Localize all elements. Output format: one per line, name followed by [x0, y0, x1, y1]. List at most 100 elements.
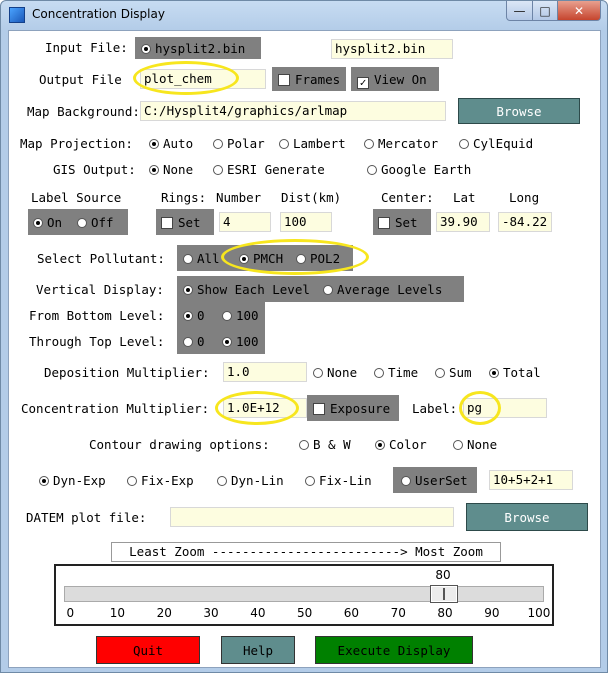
view-on-checkbox[interactable]: ✓ View On	[351, 67, 439, 91]
contour-options-label: Contour drawing options:	[89, 437, 270, 452]
label-source-off-radio[interactable]: Off	[77, 215, 114, 230]
label-source-off-label: Off	[91, 215, 114, 230]
contour-color-radio[interactable]: Color	[375, 437, 427, 452]
checkbox-box	[378, 217, 390, 229]
execute-display-button[interactable]: Execute Display	[315, 636, 473, 664]
radio-indicator	[217, 476, 227, 486]
concentration-label: Concentration Multiplier:	[21, 401, 210, 416]
radio-indicator	[364, 139, 374, 149]
projection-cylequid-radio[interactable]: CylEquid	[459, 136, 533, 151]
contour-bw-radio[interactable]: B & W	[299, 437, 351, 452]
exposure-checkbox[interactable]: Exposure	[307, 395, 399, 421]
levels-fix-exp-radio[interactable]: Fix-Exp	[127, 473, 194, 488]
concentration-field[interactable]: 1.0E+12	[223, 398, 307, 418]
zoom-tick-label: 0	[66, 606, 75, 620]
rings-label: Rings:	[161, 190, 207, 205]
bottom-level-0-radio[interactable]: 0	[183, 308, 205, 323]
deposition-time-label: Time	[388, 365, 419, 380]
radio-indicator	[435, 368, 445, 378]
projection-auto-radio[interactable]: Auto	[149, 136, 193, 151]
pollutant-all-label: All	[197, 251, 220, 266]
datem-field[interactable]	[170, 507, 454, 527]
center-set-checkbox[interactable]: Set	[373, 209, 431, 235]
help-button[interactable]: Help	[221, 636, 295, 664]
top-level-0-label: 0	[197, 334, 205, 349]
deposition-field[interactable]: 1.0	[223, 362, 307, 382]
gis-none-radio[interactable]: None	[149, 162, 193, 177]
top-level-0-radio[interactable]: 0	[183, 334, 205, 349]
rings-set-checkbox[interactable]: Set	[156, 209, 214, 235]
contour-none-label: None	[467, 437, 498, 452]
input-file-radio[interactable]: hysplit2.bin	[141, 41, 245, 56]
radio-indicator	[33, 218, 43, 228]
levels-dyn-exp-label: Dyn-Exp	[53, 473, 106, 488]
pollutant-pol2-radio[interactable]: POL2	[296, 251, 340, 266]
quit-button[interactable]: Quit	[96, 636, 200, 664]
levels-fix-lin-radio[interactable]: Fix-Lin	[305, 473, 372, 488]
projection-polar-radio[interactable]: Polar	[213, 136, 265, 151]
pollutant-radio-group: All PMCH POL2	[177, 245, 353, 271]
output-file-label: Output File	[39, 72, 122, 87]
deposition-none-radio[interactable]: None	[313, 365, 357, 380]
zoom-slider-handle[interactable]	[430, 585, 459, 603]
userset-levels-field[interactable]: 10+5+2+1	[489, 470, 573, 490]
projection-lambert-radio[interactable]: Lambert	[279, 136, 346, 151]
zoom-trough[interactable]	[64, 586, 544, 602]
rings-dist-label: Dist(km)	[281, 190, 342, 205]
checkbox-check-icon: ✓	[357, 77, 369, 89]
rings-number-field[interactable]: 4	[219, 212, 271, 232]
vertical-each-level-radio[interactable]: Show Each Level	[183, 282, 310, 297]
pollutant-all-radio[interactable]: All	[183, 251, 220, 266]
input-file-field[interactable]: hysplit2.bin	[331, 39, 453, 59]
top-level-radio-group: 0 100	[177, 328, 265, 354]
deposition-time-radio[interactable]: Time	[374, 365, 418, 380]
maximize-button[interactable]: □	[532, 1, 558, 21]
checkbox-box	[278, 74, 290, 86]
deposition-sum-label: Sum	[449, 365, 472, 380]
map-browse-button[interactable]: Browse	[458, 98, 580, 124]
frames-checkbox[interactable]: Frames	[272, 67, 346, 91]
radio-indicator	[453, 440, 463, 450]
minimize-button[interactable]: —	[506, 1, 533, 21]
deposition-label: Deposition Multiplier:	[44, 365, 210, 380]
radio-indicator	[279, 139, 289, 149]
pollutant-label: Select Pollutant:	[37, 251, 165, 266]
zoom-tick-label: 60	[343, 606, 360, 620]
zoom-value-label: 80	[435, 568, 451, 582]
center-lat-field[interactable]: 39.90	[436, 212, 490, 232]
close-button[interactable]: ✕	[557, 1, 601, 21]
levels-dyn-lin-radio[interactable]: Dyn-Lin	[217, 473, 284, 488]
bottom-level-100-radio[interactable]: 100	[222, 308, 259, 323]
gis-google-earth-label: Google Earth	[381, 162, 472, 177]
gis-google-earth-radio[interactable]: Google Earth	[367, 162, 471, 177]
radio-indicator	[213, 165, 223, 175]
vertical-average-radio[interactable]: Average Levels	[323, 282, 442, 297]
rings-dist-field[interactable]: 100	[280, 212, 332, 232]
units-label-field[interactable]: pg	[463, 398, 547, 418]
deposition-total-radio[interactable]: Total	[489, 365, 541, 380]
pollutant-pmch-radio[interactable]: PMCH	[239, 251, 283, 266]
bottom-level-label: From Bottom Level:	[29, 308, 165, 323]
output-file-field[interactable]: plot_chem	[140, 69, 266, 89]
contour-bw-label: B & W	[313, 437, 351, 452]
label-source-on-radio[interactable]: On	[33, 215, 62, 230]
radio-indicator	[183, 311, 193, 321]
datem-browse-button[interactable]: Browse	[466, 503, 588, 531]
dialog-body: Input File: hysplit2.bin hysplit2.bin Ou…	[8, 30, 601, 668]
levels-userset-radio[interactable]: UserSet	[393, 467, 477, 493]
gis-esri-radio[interactable]: ESRI Generate	[213, 162, 325, 177]
projection-mercator-radio[interactable]: Mercator	[364, 136, 438, 151]
top-level-100-radio[interactable]: 100	[222, 334, 259, 349]
radio-indicator	[305, 476, 315, 486]
radio-indicator	[213, 139, 223, 149]
projection-auto-label: Auto	[163, 136, 194, 151]
datem-label: DATEM plot file:	[26, 510, 147, 525]
contour-none-radio[interactable]: None	[453, 437, 497, 452]
gis-none-label: None	[163, 162, 194, 177]
center-long-field[interactable]: -84.22	[498, 212, 552, 232]
levels-fix-exp-label: Fix-Exp	[141, 473, 194, 488]
map-background-field[interactable]: C:/Hysplit4/graphics/arlmap	[140, 101, 446, 121]
gis-esri-label: ESRI Generate	[227, 162, 325, 177]
levels-dyn-exp-radio[interactable]: Dyn-Exp	[39, 473, 106, 488]
deposition-sum-radio[interactable]: Sum	[435, 365, 472, 380]
